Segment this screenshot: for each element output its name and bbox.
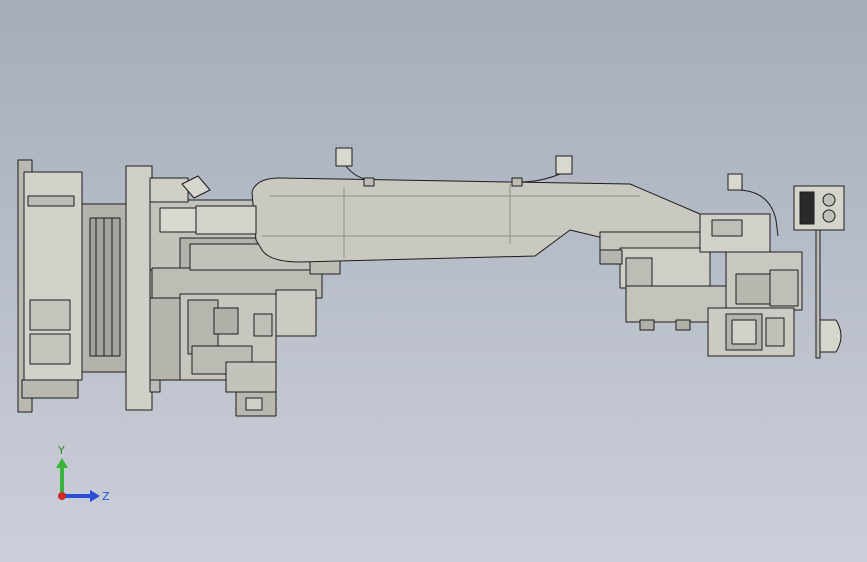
y-axis-arrow	[56, 458, 68, 468]
robot-arm-model[interactable]	[0, 0, 867, 562]
coordinate-triad-icon: Y Z	[56, 444, 110, 503]
z-axis-label: Z	[102, 490, 110, 503]
y-axis-label: Y	[57, 444, 65, 457]
base-flange[interactable]	[17, 159, 83, 413]
cad-viewport[interactable]: Y Z	[0, 0, 867, 562]
base-slewing-ring[interactable]	[81, 203, 127, 373]
triad-origin	[58, 492, 66, 500]
z-axis-arrow	[90, 490, 100, 502]
